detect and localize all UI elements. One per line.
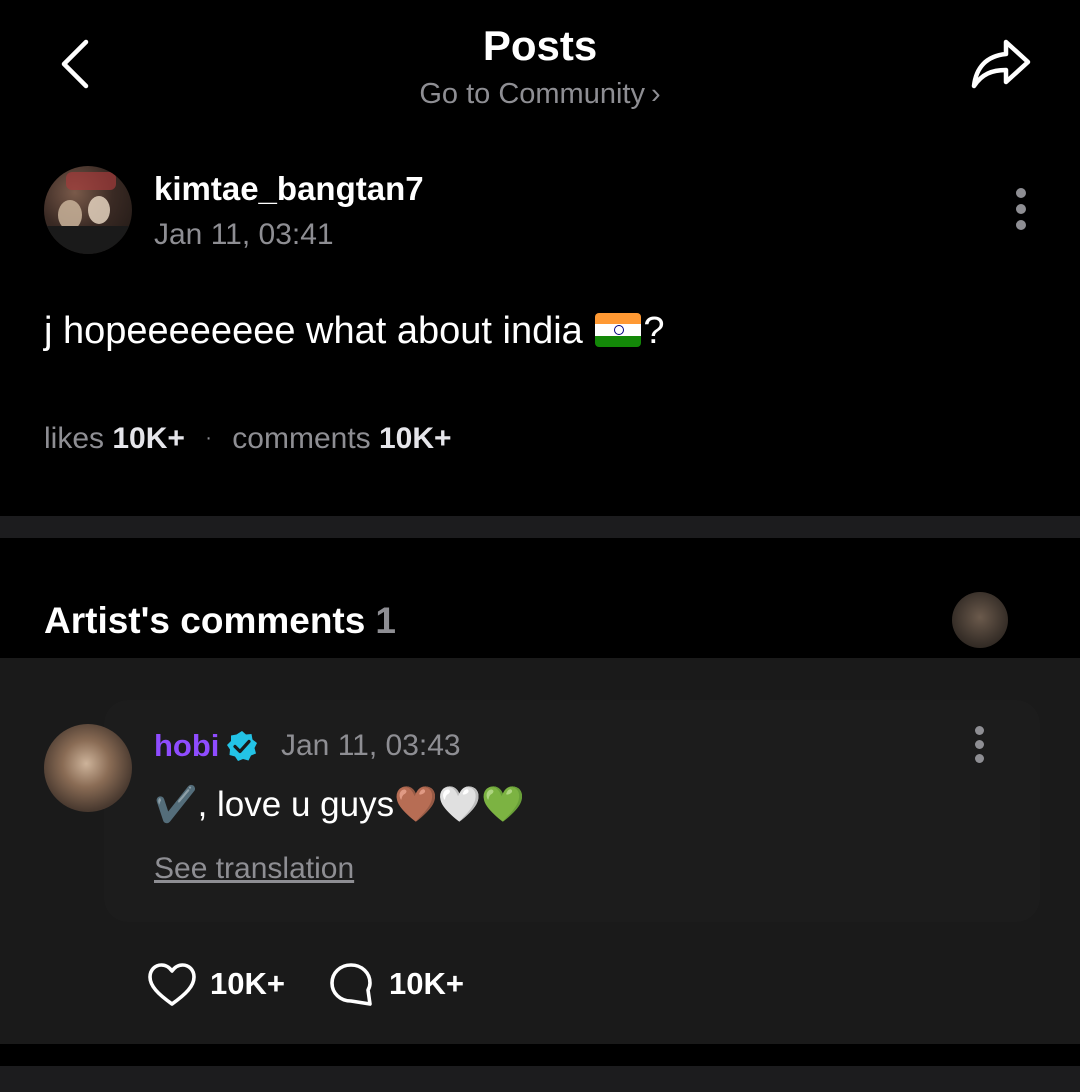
community-link-label: Go to Community [419, 78, 645, 110]
section-divider [0, 516, 1080, 538]
verified-badge-icon [227, 731, 257, 761]
artist-comments-count: 1 [375, 600, 396, 641]
india-flag-icon [595, 313, 642, 347]
likes-count: 10K+ [112, 422, 185, 455]
go-to-community-link[interactable]: Go to Community › [0, 78, 1080, 111]
share-button[interactable] [966, 34, 1038, 94]
chevron-right-icon: › [650, 78, 661, 110]
see-translation-link[interactable]: See translation [154, 852, 354, 886]
post-timestamp: Jan 11, 03:41 [154, 218, 334, 251]
post-text-end: ? [643, 310, 665, 352]
speech-bubble-icon [330, 963, 372, 1006]
author-avatar[interactable] [44, 166, 132, 254]
post-text: j hopeeeeeeee what about india [44, 310, 594, 352]
reply-button[interactable]: 10K+ [328, 960, 478, 1010]
stats-separator: · [205, 427, 212, 449]
likes-label: likes [44, 422, 105, 455]
comment-reply-count: 10K+ [389, 966, 464, 1001]
post-detail-page: Posts Go to Community › kimtae_bangtan7 J… [0, 0, 1080, 1092]
post-stats: likes 10K+ · comments 10K+ [44, 422, 452, 456]
commenter-name[interactable]: hobi [154, 728, 219, 764]
comment-text: ✔️, love u guys🤎🤍💚 [154, 785, 525, 824]
post-author-row: kimtae_bangtan7 Jan 11, 03:41 [44, 166, 1044, 256]
author-name[interactable]: kimtae_bangtan7 [154, 170, 424, 208]
commenter-avatar[interactable] [44, 724, 132, 812]
like-button[interactable]: 10K+ [146, 960, 296, 1010]
heart-icon [148, 963, 196, 1006]
comment-like-count: 10K+ [210, 966, 285, 1001]
artist-comments-heading: Artist's comments 1 [44, 600, 396, 642]
comment-timestamp: Jan 11, 03:43 [281, 729, 461, 762]
top-bar: Posts Go to Community › [0, 0, 1080, 130]
comments-label: comments [232, 422, 371, 455]
comments-count: 10K+ [379, 422, 452, 455]
page-title: Posts [482, 22, 598, 69]
share-arrow-icon [971, 39, 1031, 89]
post-more-options-button[interactable] [1006, 188, 1036, 236]
post-body: j hopeeeeeeee what about india ? [44, 310, 665, 353]
artist-avatar-small[interactable] [952, 592, 1008, 648]
comment-more-options-button[interactable] [966, 726, 992, 770]
bottom-divider [0, 1066, 1080, 1092]
artist-comments-title: Artist's comments [44, 600, 366, 641]
comment-actions: 10K+ 10K+ [146, 960, 746, 1010]
